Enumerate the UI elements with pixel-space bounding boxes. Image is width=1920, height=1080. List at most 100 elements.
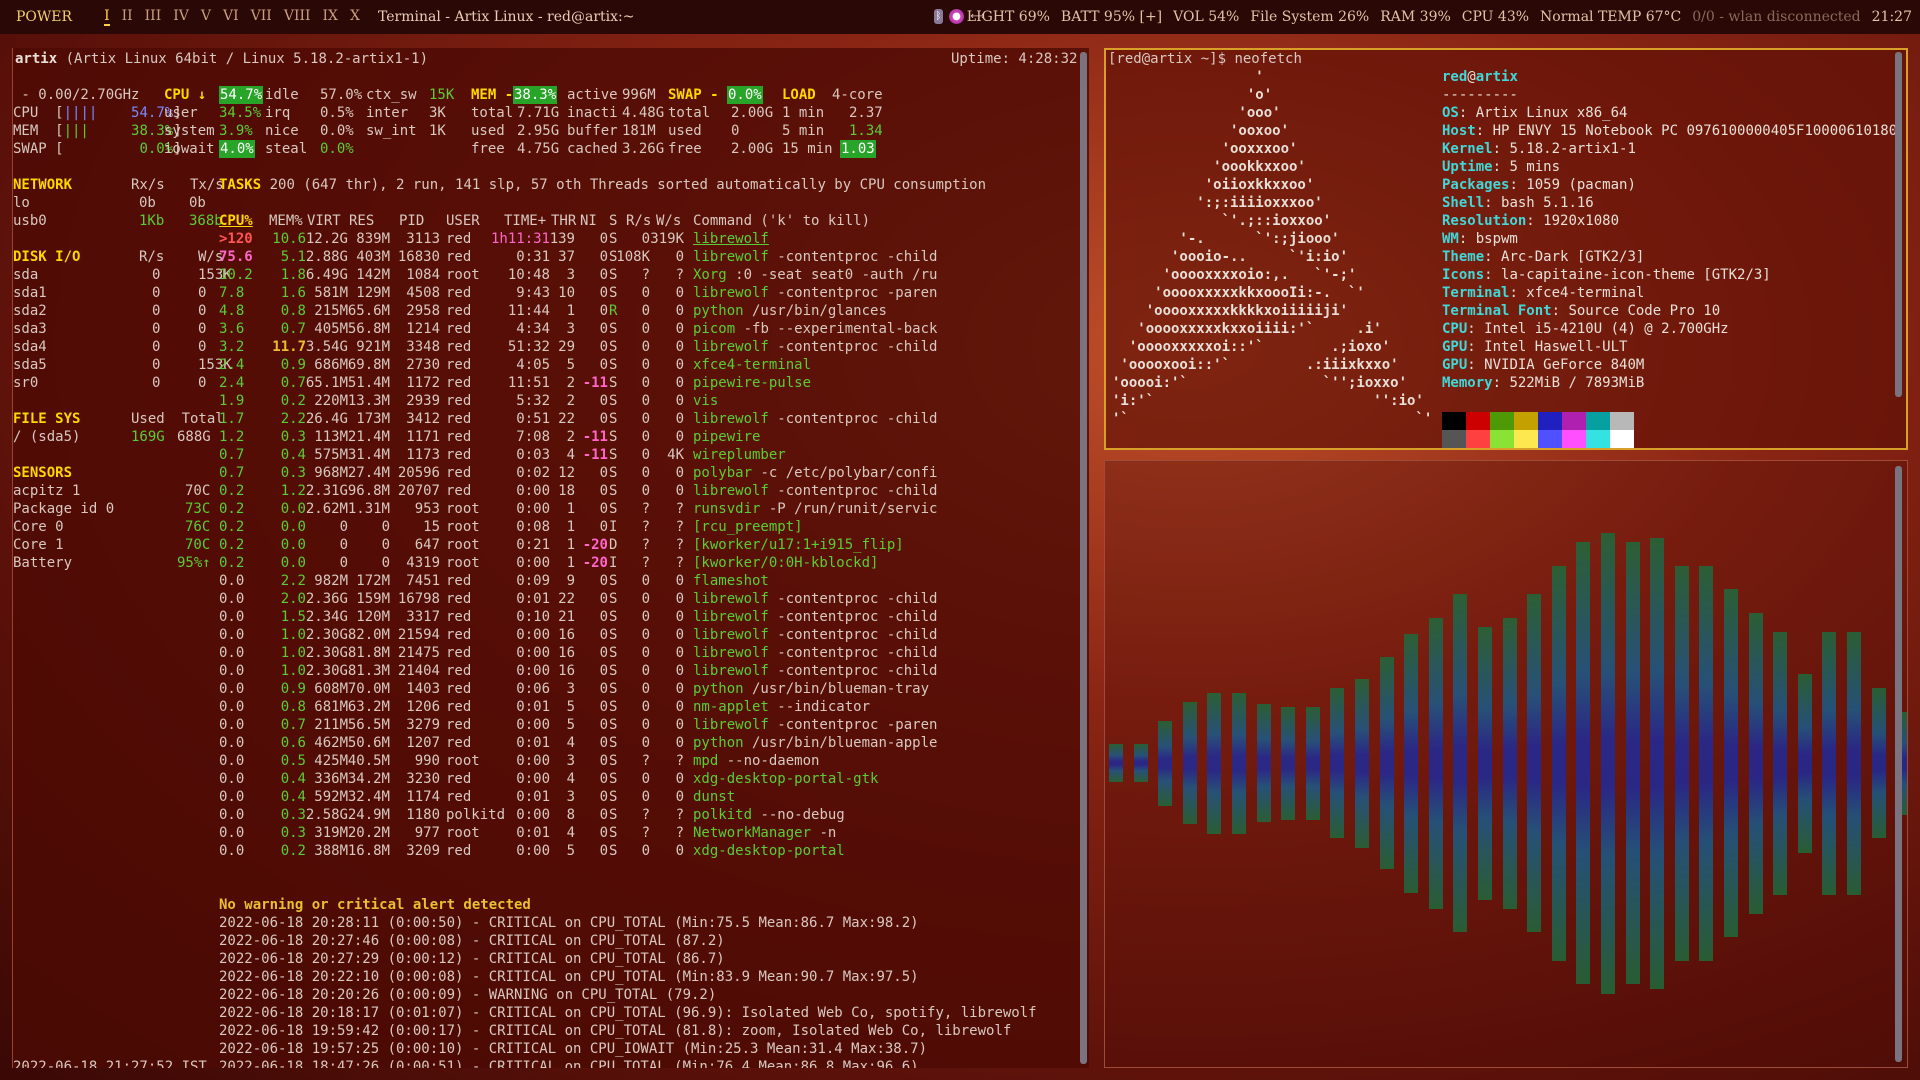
volume-status[interactable]: VOL 54% [1173,9,1239,25]
process-name: xdg-desktop-portal [693,843,845,859]
process-cell: 0 [599,591,608,607]
brightness-status[interactable]: LIGHT 69% [967,9,1050,25]
neofetch-terminal[interactable]: [red@artix ~]$ neofetch ' 'o' 'ooo' 'oox… [1104,48,1908,450]
process-cell: S [609,735,618,751]
process-cell: 0.2 [219,537,245,553]
process-cell: 0 [641,375,650,391]
glances-scrollbar[interactable] [1080,52,1087,1064]
visualizer-scrollbar[interactable] [1895,466,1902,1062]
process-column-header: NI [580,213,597,229]
workspace-4[interactable]: IV [173,8,189,26]
process-name: librewolf [693,285,769,301]
process-cell: 3317 [406,609,440,625]
process-args: -contentproc -child [768,339,938,355]
process-cell: 1173 [406,447,440,463]
sensor-name: Battery [13,555,73,571]
info-line: Host: HP ENVY 15 Notebook PC 09761000004… [1442,123,1898,139]
process-command: xdg-desktop-portal-gtk [693,770,878,788]
wlan-status[interactable]: 0/0 - wlan disconnected [1692,9,1860,25]
power-menu[interactable]: POWER [16,9,72,25]
alert-entry: 2022-06-18 20:18:17 (0:01:07) - CRITICAL… [219,1005,1037,1021]
cpu-stat-value: 4.0% [219,140,255,158]
process-cell: 0 [641,357,650,373]
info-line: GPU: Intel Haswell-ULT [1442,339,1628,355]
glances-header: artix (Artix Linux 64bit / Linux 5.18.2-… [15,50,428,68]
process-cell: 0 [641,285,650,301]
process-cell: 2.30G [305,645,348,661]
process-cell: 0 [675,591,684,607]
glances-terminal[interactable]: artix (Artix Linux 64bit / Linux 5.18.2-… [12,48,1089,1068]
audio-visualizer-terminal[interactable] [1104,460,1908,1068]
process-cell: 0 [675,645,684,661]
filesys-used: 169G [131,429,165,445]
info-value: HP ENVY 15 Notebook PC 0976100000405F100… [1492,123,1898,139]
process-cell: 96.8M [347,483,390,499]
color-swatch [1586,430,1610,448]
process-cell: root [446,501,480,517]
process-name: polybar [693,465,753,481]
process-command: nm-applet --indicator [693,698,870,716]
process-cell: 4:34 [516,321,550,337]
visualizer-bar [1502,617,1517,909]
process-command: runsvdir -P /run/runit/servic [693,500,937,518]
process-args: --indicator [768,699,871,715]
process-cell: 0 [641,483,650,499]
process-cell: 0.0 [219,663,245,679]
process-cell: 0.0 [219,609,245,625]
cpu-stat-value: 34.5% [219,105,262,121]
process-cell: 13.3M [347,393,390,409]
workspace-9[interactable]: IX [323,8,339,26]
process-cell: >120 [219,231,253,247]
workspace-8[interactable]: VIII [284,8,311,26]
mem-stat-value: 996M [622,87,656,103]
workspace-3[interactable]: III [145,8,162,26]
process-cell: 0.9 [280,681,306,697]
info-line: Terminal Font: Source Code Pro 10 [1442,303,1721,319]
process-cell: S [609,753,618,769]
workspace-1[interactable]: I [104,8,110,26]
process-name: librewolf [693,627,769,643]
ascii-logo-line: ':;:iiiioxxxoo' [1112,195,1323,211]
process-cell: 0 [675,681,684,697]
process-cell: 0.0 [280,537,306,553]
process-cell: S [609,843,618,859]
process-cell: 24.9M [347,807,390,823]
process-cell: 581M [314,285,348,301]
process-cell: 8 [566,807,575,823]
process-command: dunst [693,788,735,806]
process-cell: 0.2 [219,555,245,571]
workspace-5[interactable]: V [201,8,211,26]
ascii-logo-line: '` `' [1112,411,1433,427]
cpu-status: CPU 43% [1461,9,1530,25]
process-cell: 0 [675,321,684,337]
process-cell: S [609,591,618,607]
process-cell: S [609,627,618,643]
process-cell: 16.8M [347,843,390,859]
process-cell: 0 [599,789,608,805]
process-command: polybar -c /etc/polybar/confi [693,464,937,482]
process-cell: 0.7 [280,717,306,733]
process-cell: 0 [675,771,684,787]
process-cell: 0 [641,699,650,715]
visualizer-bar [1182,702,1197,824]
neofetch-scrollbar[interactable] [1895,52,1902,397]
process-cell: S [609,501,618,517]
process-command: librewolf -contentproc -child [693,248,937,266]
info-line: Kernel: 5.18.2-artix1-1 [1442,141,1636,157]
visualizer-bar [1478,626,1492,900]
process-cell: ? [641,555,650,571]
process-cell: 0.6 [280,735,306,751]
workspace-6[interactable]: VI [223,8,239,26]
workspace-10[interactable]: X [350,8,360,26]
quicklook-mem: MEM [||| 38.3%] [13,123,182,139]
workspace-2[interactable]: II [122,8,133,26]
process-cell: red [446,249,472,265]
workspace-7[interactable]: VII [251,8,272,26]
process-cell: 20596 [397,465,440,481]
process-cell: 0.0 [219,699,245,715]
bluetooth-icon[interactable]: ᛒ [934,9,943,24]
process-cell: 6.49G [305,267,348,283]
mem-stat-value: 2.95G [517,123,560,139]
process-cell: root [446,753,480,769]
process-cell: 2.58G [305,807,348,823]
